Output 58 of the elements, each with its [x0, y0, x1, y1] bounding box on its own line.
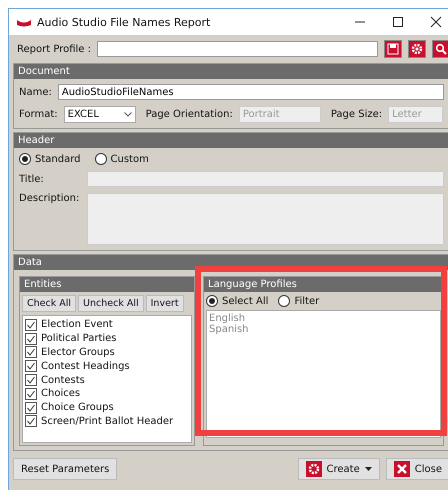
name-field[interactable]: AudioStudioFileNames — [58, 84, 444, 100]
radio-option[interactable]: Filter — [278, 295, 320, 307]
close-icon[interactable] — [430, 16, 442, 28]
app-logo-icon — [17, 17, 31, 27]
entity-checkbox[interactable]: Elector Groups — [25, 346, 189, 360]
settings-icon — [411, 43, 423, 55]
window-title: Audio Studio File Names Report — [37, 16, 210, 28]
entity-checkbox[interactable]: Contest Headings — [25, 359, 189, 374]
checkmark-icon — [26, 402, 36, 413]
language-profiles-header: Language Profiles — [204, 277, 443, 292]
entity-checkbox[interactable]: Choice Groups — [25, 400, 189, 415]
maximize-icon[interactable] — [392, 16, 404, 28]
caret-icon — [364, 467, 372, 471]
gear-icon — [306, 461, 322, 477]
page-size-label: Page Size: — [330, 109, 382, 120]
checkmark-icon — [26, 320, 36, 330]
search-icon — [435, 43, 447, 55]
report-profile-label: Report Profile : — [17, 44, 91, 54]
title-field[interactable] — [87, 171, 444, 187]
format-label: Format: — [19, 109, 58, 120]
format-dropdown[interactable]: EXCEL — [64, 106, 136, 123]
reset-parameters-button[interactable]: Reset Parameters — [13, 458, 118, 480]
section-header: Document — [14, 64, 448, 79]
save-icon — [387, 43, 399, 55]
list-action-button[interactable]: Uncheck All — [78, 295, 144, 312]
close-icon — [394, 461, 410, 477]
checkmark-icon — [26, 334, 36, 344]
radio-option[interactable]: Select All — [206, 295, 268, 307]
checkmark-icon — [26, 388, 36, 399]
entity-checkbox[interactable]: Election Event — [25, 318, 189, 332]
section-header: Header — [14, 133, 448, 148]
list-action-button[interactable]: Check All — [22, 295, 76, 312]
description-label: Description: — [19, 193, 80, 204]
entity-checkbox[interactable]: Contests — [25, 373, 189, 387]
entity-checkbox[interactable]: Screen/Print Ballot Header — [25, 414, 189, 428]
search-button[interactable] — [432, 40, 448, 58]
language-item[interactable]: Spanish — [209, 324, 438, 335]
radio-option[interactable]: Standard — [19, 153, 80, 165]
entities-header: Entities — [20, 277, 194, 292]
report-profile-field[interactable] — [96, 41, 378, 57]
entity-checkbox[interactable]: Political Parties — [25, 332, 189, 346]
language-item[interactable]: English — [209, 313, 438, 324]
list-action-button[interactable]: Invert — [146, 295, 184, 312]
checkmark-icon — [26, 361, 36, 372]
checkmark-icon — [26, 375, 36, 386]
radio-option[interactable]: Custom — [94, 153, 149, 165]
settings-button[interactable] — [408, 40, 426, 58]
save-button[interactable] — [384, 40, 402, 58]
create-button[interactable]: Create — [298, 458, 380, 480]
description-field[interactable] — [87, 193, 444, 245]
entity-checkbox[interactable]: Choices — [25, 386, 189, 401]
checkmark-icon — [26, 347, 36, 358]
name-label: Name: — [19, 86, 52, 98]
close-button[interactable]: Close — [386, 458, 448, 480]
checkmark-icon — [26, 416, 36, 426]
title-label: Title: — [19, 174, 45, 184]
chevron-down-icon — [124, 112, 132, 117]
page-orientation-label: Page Orientation: — [146, 109, 233, 120]
